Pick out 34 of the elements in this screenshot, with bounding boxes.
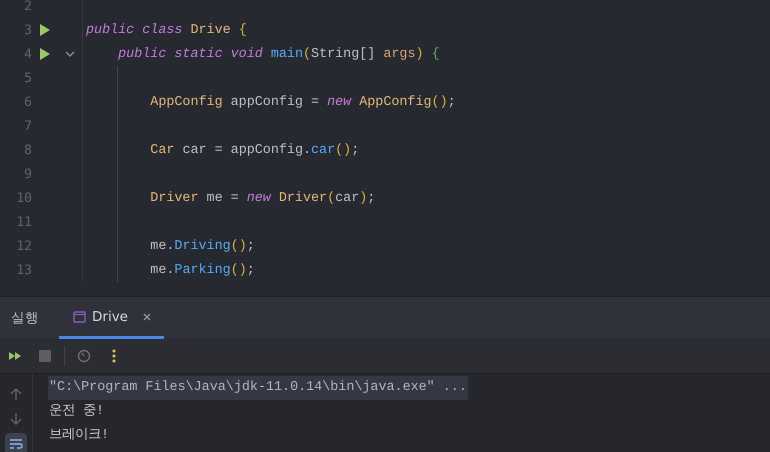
more-icon[interactable]: [112, 349, 116, 363]
panel-title: 실행: [10, 309, 40, 328]
code-line: AppConfig appConfig = new AppConfig();: [149, 94, 456, 110]
code-line: public static void main(String[] args) {: [117, 46, 440, 62]
line-number: 11: [15, 214, 32, 230]
line-number: 8: [23, 142, 32, 158]
run-icon[interactable]: [39, 23, 51, 37]
line-number: 4: [23, 46, 32, 62]
arrow-up-icon[interactable]: [10, 387, 22, 402]
line-number: 12: [15, 238, 32, 254]
line-number: 5: [23, 70, 32, 86]
line-number: 10: [15, 190, 32, 206]
line-number: 7: [23, 118, 32, 134]
close-icon[interactable]: [142, 312, 152, 322]
code-line: me.Parking();: [149, 262, 255, 278]
code-line: Car car = appConfig.car();: [149, 142, 360, 158]
line-number: 6: [23, 94, 32, 110]
window-icon: [73, 310, 86, 322]
line-number: 2: [23, 0, 32, 14]
line-number: 13: [15, 262, 32, 278]
output-line: 운전 중!: [48, 402, 106, 421]
soft-wrap-button[interactable]: [5, 433, 27, 452]
output-line: 브레이크!: [48, 426, 110, 445]
soft-wrap-icon: [9, 438, 23, 450]
code-line: me.Driving();: [149, 238, 255, 254]
arrow-down-icon[interactable]: [10, 412, 22, 426]
line-number: 9: [23, 166, 32, 182]
line-number: 3: [23, 22, 32, 38]
code-line: public class Drive {: [86, 22, 247, 38]
rerun-icon[interactable]: [8, 351, 22, 361]
code-line: Driver me = new Driver(car);: [149, 190, 376, 206]
chevron-down-icon[interactable]: [65, 51, 75, 57]
gauge-icon[interactable]: [77, 349, 91, 363]
run-icon[interactable]: [39, 47, 51, 61]
